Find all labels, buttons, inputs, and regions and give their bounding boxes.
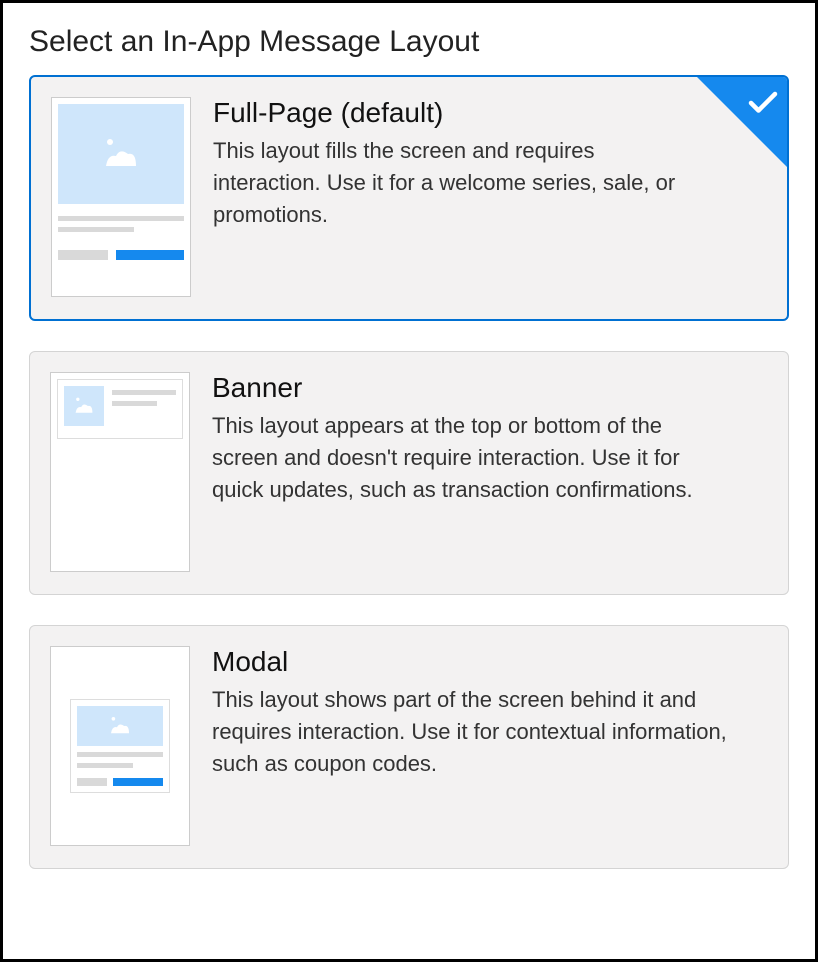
option-description: This layout fills the screen and require… <box>213 135 697 231</box>
selected-badge <box>697 77 787 167</box>
image-placeholder-icon <box>70 394 98 418</box>
option-description: This layout shows part of the screen beh… <box>212 684 728 780</box>
option-description: This layout appears at the top or bottom… <box>212 410 728 506</box>
layout-option-banner[interactable]: Banner This layout appears at the top or… <box>29 351 789 595</box>
page-title: Select an In-App Message Layout <box>29 25 789 59</box>
checkmark-icon <box>745 85 781 121</box>
thumbnail-full-page <box>51 97 191 297</box>
option-title: Banner <box>212 372 728 404</box>
option-title: Full-Page (default) <box>213 97 697 129</box>
layout-option-modal[interactable]: Modal This layout shows part of the scre… <box>29 625 789 869</box>
layout-option-full-page[interactable]: Full-Page (default) This layout fills th… <box>29 75 789 321</box>
image-placeholder-icon <box>105 713 135 739</box>
option-title: Modal <box>212 646 728 678</box>
thumbnail-modal <box>50 646 190 846</box>
image-placeholder-icon <box>96 134 146 174</box>
thumbnail-banner <box>50 372 190 572</box>
